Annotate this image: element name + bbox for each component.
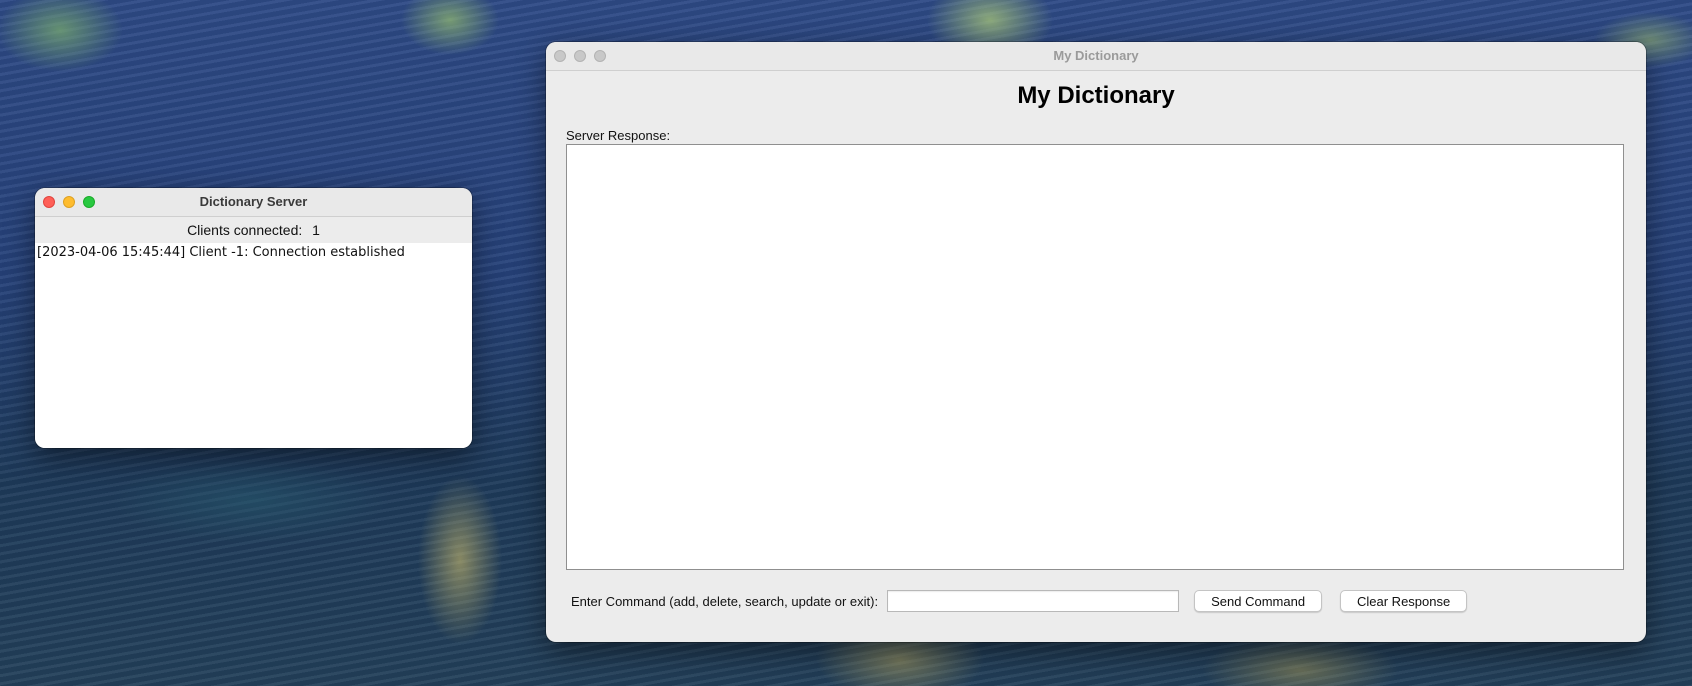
server-response-label: Server Response: <box>566 128 671 143</box>
close-icon[interactable] <box>554 50 566 62</box>
clear-response-button[interactable]: Clear Response <box>1340 590 1468 612</box>
command-input[interactable] <box>887 590 1180 612</box>
maximize-icon[interactable] <box>594 50 606 62</box>
send-command-button[interactable]: Send Command <box>1194 590 1323 612</box>
server-response-area[interactable] <box>566 144 1624 570</box>
command-row: Enter Command (add, delete, search, upda… <box>571 589 1468 613</box>
minimize-icon[interactable] <box>574 50 586 62</box>
command-label: Enter Command (add, delete, search, upda… <box>571 593 879 609</box>
clients-connected-label: Clients connected: <box>187 222 303 238</box>
close-icon[interactable] <box>43 196 55 208</box>
server-titlebar[interactable]: Dictionary Server <box>35 188 472 217</box>
log-line: [2023-04-06 15:45:44] Client -1: Connect… <box>37 245 405 260</box>
clients-connected-count: 1 <box>312 222 320 238</box>
clients-connected-bar: Clients connected: 1 <box>35 217 472 244</box>
dictionary-window-title: My Dictionary <box>1053 48 1139 63</box>
window-controls <box>43 196 95 208</box>
server-window-title: Dictionary Server <box>199 194 308 209</box>
dictionary-window: My Dictionary My Dictionary Server Respo… <box>546 42 1646 642</box>
server-window: Dictionary Server Clients connected: 1 [… <box>35 188 472 448</box>
window-controls <box>554 50 606 62</box>
maximize-icon[interactable] <box>83 196 95 208</box>
page-title: My Dictionary <box>1017 82 1175 109</box>
minimize-icon[interactable] <box>63 196 75 208</box>
dictionary-titlebar[interactable]: My Dictionary <box>546 42 1646 71</box>
server-log[interactable]: [2023-04-06 15:45:44] Client -1: Connect… <box>35 243 472 448</box>
